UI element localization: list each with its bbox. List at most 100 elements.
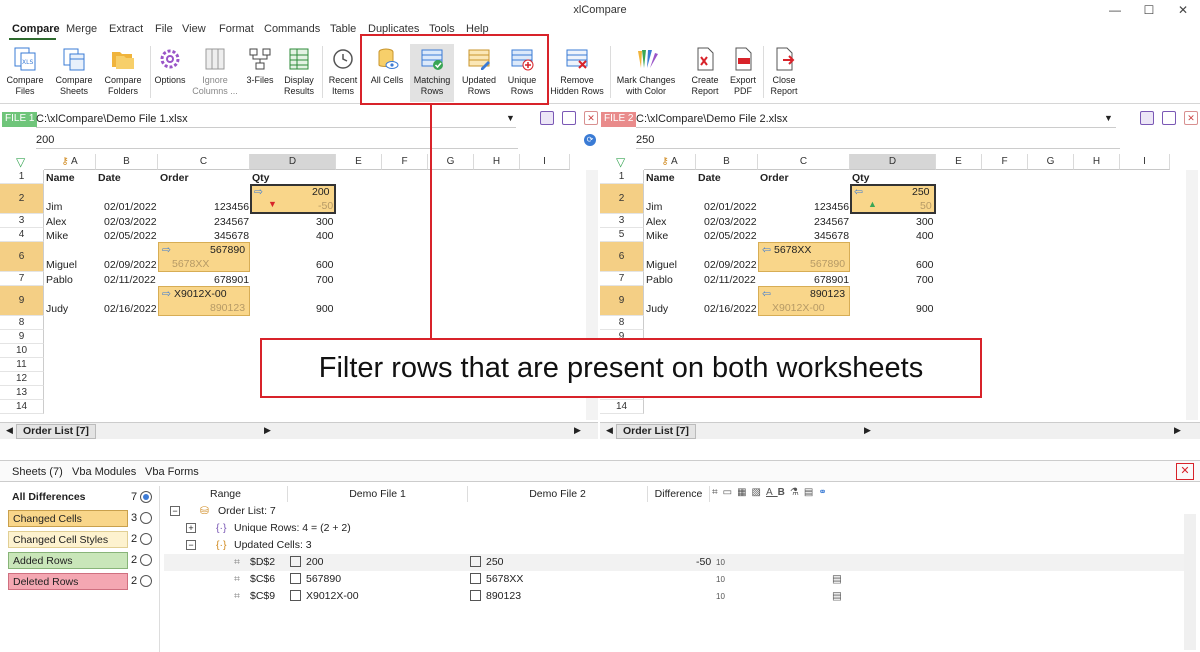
- font-color-icon[interactable]: A: [766, 487, 778, 498]
- row-header[interactable]: 3: [600, 214, 644, 228]
- row-header[interactable]: 4: [0, 228, 44, 242]
- row-header[interactable]: 2: [0, 184, 44, 214]
- create-report-button[interactable]: Create Report: [686, 44, 724, 102]
- bold-icon[interactable]: B: [778, 487, 790, 498]
- filter-deleted-rows[interactable]: Deleted Rows: [8, 573, 128, 590]
- column-header[interactable]: I: [1120, 154, 1170, 170]
- menu-file[interactable]: File: [155, 23, 173, 35]
- vertical-scrollbar[interactable]: [1186, 170, 1198, 420]
- row-header[interactable]: 7: [600, 272, 644, 286]
- scroll-right-icon[interactable]: ▶: [264, 425, 271, 436]
- sync-icon[interactable]: ⟳: [584, 134, 596, 146]
- column-header[interactable]: F: [382, 154, 428, 170]
- row-header[interactable]: 1: [600, 170, 644, 184]
- edit-icon[interactable]: [562, 111, 576, 125]
- close-icon[interactable]: ✕: [584, 111, 598, 125]
- close-window-button[interactable]: ✕: [1166, 0, 1200, 20]
- tree-root-row[interactable]: − ⛁ Order List: 7: [164, 503, 1184, 520]
- filter-all-differences[interactable]: All Differences: [8, 489, 128, 506]
- column-header[interactable]: E: [936, 154, 982, 170]
- remove-hidden-rows-button[interactable]: Remove Hidden Rows: [548, 44, 606, 102]
- save-icon[interactable]: [540, 111, 554, 125]
- tree-item-row[interactable]: ⌗ $C$6 567890 5678XX 10 ▤: [164, 571, 1184, 588]
- row-header[interactable]: 9: [0, 286, 44, 316]
- radio-changed-cell-styles[interactable]: [140, 533, 152, 545]
- edit-icon[interactable]: [1162, 111, 1176, 125]
- export-pdf-button[interactable]: Export PDF: [726, 44, 760, 102]
- filter-added-rows[interactable]: Added Rows: [8, 552, 128, 569]
- tree-item-row[interactable]: ⌗ $D$2 200 250 -50 10: [164, 554, 1184, 571]
- filter-icon[interactable]: ▽: [16, 155, 25, 169]
- column-header[interactable]: ⚷ A: [644, 154, 696, 170]
- row-header[interactable]: 10: [0, 344, 44, 358]
- column-header[interactable]: B: [96, 154, 158, 170]
- column-header[interactable]: C: [758, 154, 850, 170]
- paint-icon[interactable]: ⚗: [790, 487, 804, 498]
- row-header[interactable]: 13: [0, 386, 44, 400]
- chevron-down-icon[interactable]: ▼: [1104, 113, 1113, 123]
- row-header[interactable]: 9: [0, 330, 44, 344]
- tab-sheets[interactable]: Sheets (7): [12, 466, 63, 478]
- column-header[interactable]: I: [520, 154, 570, 170]
- compare-sheets-button[interactable]: Compare Sheets: [52, 44, 96, 102]
- row-header[interactable]: 7: [0, 272, 44, 286]
- row-header[interactable]: 14: [600, 400, 644, 414]
- column-header[interactable]: D: [850, 154, 936, 170]
- menu-table[interactable]: Table: [330, 23, 356, 35]
- row-header[interactable]: 14: [0, 400, 44, 414]
- col-range[interactable]: Range: [164, 486, 288, 502]
- file1-path-combo[interactable]: C:\xlCompare\Demo File 1.xlsx: [36, 111, 516, 128]
- filter-changed-cell-styles[interactable]: Changed Cell Styles: [8, 531, 128, 548]
- recent-items-button[interactable]: Recent Items: [326, 44, 360, 102]
- ignore-columns-button[interactable]: Ignore Columns ...: [192, 44, 238, 102]
- maximize-button[interactable]: ☐: [1132, 0, 1166, 20]
- row-header[interactable]: 8: [600, 316, 644, 330]
- vertical-scrollbar[interactable]: [1184, 514, 1196, 650]
- compare-files-button[interactable]: XLS Compare Files: [4, 44, 46, 102]
- save-icon[interactable]: [1140, 111, 1154, 125]
- row-header[interactable]: 9: [600, 286, 644, 316]
- column-header[interactable]: ⚷ A: [44, 154, 96, 170]
- expand-icon[interactable]: +: [186, 523, 196, 533]
- close-report-button[interactable]: Close Report: [766, 44, 802, 102]
- file1-cell-value[interactable]: 200: [36, 132, 518, 149]
- tree-unique-row[interactable]: + {·} Unique Rows: 4 = (2 + 2): [164, 520, 1184, 537]
- column-header[interactable]: G: [428, 154, 474, 170]
- scroll-left-icon[interactable]: ◀: [6, 425, 13, 436]
- scroll-right-icon[interactable]: ▶: [574, 425, 581, 436]
- checkbox[interactable]: [290, 573, 301, 584]
- row-header[interactable]: 8: [0, 316, 44, 330]
- collapse-icon[interactable]: −: [170, 506, 180, 516]
- radio-deleted-rows[interactable]: [140, 575, 152, 587]
- column-header[interactable]: E: [336, 154, 382, 170]
- row-header[interactable]: 6: [0, 242, 44, 272]
- close-panel-icon[interactable]: ✕: [1176, 463, 1194, 480]
- row-header[interactable]: 3: [0, 214, 44, 228]
- number-format-icon[interactable]: ⌗: [712, 487, 723, 498]
- filter-changed-cells[interactable]: Changed Cells: [8, 510, 128, 527]
- col-file2[interactable]: Demo File 2: [468, 486, 648, 502]
- column-header[interactable]: H: [474, 154, 520, 170]
- tree-updated-row[interactable]: − {·} Updated Cells: 3: [164, 537, 1184, 554]
- column-header[interactable]: B: [696, 154, 758, 170]
- col-file1[interactable]: Demo File 1: [288, 486, 468, 502]
- menu-view[interactable]: View: [182, 23, 206, 35]
- menu-extract[interactable]: Extract: [109, 23, 143, 35]
- row-header[interactable]: 2: [600, 184, 644, 214]
- checkbox[interactable]: [470, 556, 481, 567]
- scroll-right-icon[interactable]: ▶: [864, 425, 871, 436]
- minimize-button[interactable]: —: [1098, 0, 1132, 20]
- filter-icon[interactable]: ▽: [616, 155, 625, 169]
- compare-folders-button[interactable]: Compare Folders: [100, 44, 146, 102]
- row-header[interactable]: 6: [600, 242, 644, 272]
- file2-cell-value[interactable]: 250: [636, 132, 1120, 149]
- collapse-icon[interactable]: −: [186, 540, 196, 550]
- checkbox[interactable]: [470, 590, 481, 601]
- pattern-icon[interactable]: ▤: [804, 487, 818, 498]
- file2-path-combo[interactable]: C:\xlCompare\Demo File 2.xlsx: [636, 111, 1116, 128]
- sheet-tab-order-list[interactable]: Order List [7]: [616, 424, 696, 439]
- align-icon[interactable]: ▭: [723, 487, 737, 498]
- checkbox[interactable]: [290, 556, 301, 567]
- three-files-button[interactable]: 3-Files: [242, 44, 278, 102]
- menu-format[interactable]: Format: [219, 23, 254, 35]
